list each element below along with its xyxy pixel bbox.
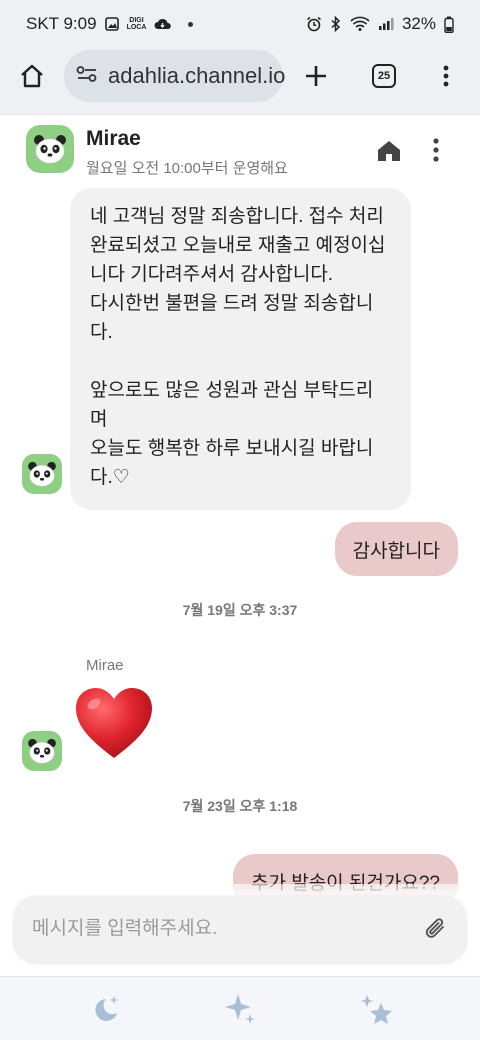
new-tab-button[interactable] bbox=[298, 60, 334, 92]
nav-moon-button[interactable] bbox=[88, 991, 124, 1027]
moon-sparkle-icon bbox=[95, 996, 118, 1021]
signal-icon bbox=[378, 17, 394, 31]
status-bar: SKT 9:09 DIGI LOCA 32% bbox=[0, 0, 480, 48]
sender-name: Mirae bbox=[86, 657, 124, 674]
bluetooth-icon bbox=[330, 16, 342, 32]
avatar bbox=[22, 454, 62, 494]
outgoing-message[interactable]: 감사합니다 bbox=[334, 522, 458, 576]
date-separator: 7월 19일 오후 3:37 bbox=[182, 602, 298, 618]
digi-loca-icon: DIGI LOCA bbox=[127, 17, 147, 31]
nav-stars-button[interactable] bbox=[358, 991, 394, 1027]
carrier-time: SKT 9:09 bbox=[26, 14, 97, 33]
battery-icon bbox=[444, 16, 454, 33]
operating-hours: 월요일 오전 10:00부터 운영해요 bbox=[86, 160, 288, 177]
more-vertical-icon bbox=[433, 138, 439, 162]
sparkles-icon bbox=[225, 994, 255, 1024]
panda-icon bbox=[28, 461, 56, 487]
house-icon bbox=[21, 64, 43, 88]
attach-button[interactable] bbox=[424, 916, 448, 947]
gallery-icon bbox=[104, 17, 119, 31]
browser-toolbar: adahlia.channel.io 25 bbox=[0, 48, 480, 114]
browser-menu-button[interactable] bbox=[428, 60, 464, 92]
chat-header: Mirae 월요일 오전 10:00부터 운영해요 bbox=[0, 114, 480, 184]
incoming-message[interactable]: 네 고객님 정말 죄송합니다. 접수 처리완료되셨고 오늘내로 재출고 예정이십… bbox=[70, 188, 411, 510]
heart-emoji-message[interactable] bbox=[74, 686, 154, 767]
digi-line1: DIGI bbox=[129, 17, 144, 24]
url-text[interactable]: adahlia.channel.io bbox=[108, 63, 285, 89]
cloud-icon bbox=[154, 17, 172, 31]
message-input[interactable] bbox=[32, 918, 412, 940]
channel-home-button[interactable] bbox=[376, 139, 402, 168]
message-line bbox=[90, 347, 391, 376]
message-line: 앞으로도 많은 성원과 관심 부탁드리 bbox=[90, 380, 374, 401]
digi-line2: LOCA bbox=[126, 24, 147, 31]
stars-icon bbox=[360, 995, 392, 1024]
status-left: SKT 9:09 DIGI LOCA bbox=[26, 14, 194, 34]
paperclip-icon bbox=[425, 918, 444, 938]
message-line: 완료되셨고 오늘내로 재출고 예정이십 bbox=[90, 235, 386, 256]
date-separator: 7월 23일 오후 1:18 bbox=[182, 798, 298, 814]
bottom-nav bbox=[0, 976, 480, 1040]
site-settings-icon[interactable] bbox=[76, 63, 98, 89]
chat-menu-button[interactable] bbox=[432, 137, 440, 168]
heart-icon bbox=[76, 688, 152, 758]
message-line: 오늘도 행복한 하루 보내시길 바랍니 bbox=[90, 438, 374, 459]
panda-icon bbox=[34, 135, 66, 164]
message-line: 니다 기다려주셔서 감사합니다. bbox=[90, 264, 334, 285]
message-composer[interactable] bbox=[14, 896, 466, 962]
composer-area bbox=[0, 884, 480, 976]
plus-icon bbox=[306, 66, 326, 86]
notification-dot bbox=[188, 21, 194, 27]
more-vertical-icon bbox=[443, 65, 449, 87]
message-line: 네 고객님 정말 죄송합니다. 접수 처리 bbox=[90, 206, 384, 227]
avatar bbox=[22, 731, 62, 771]
home-icon bbox=[378, 141, 400, 161]
message-line: 다.♡ bbox=[90, 467, 130, 488]
status-right: 32% bbox=[306, 14, 454, 34]
panda-icon bbox=[28, 738, 56, 764]
wifi-icon bbox=[350, 16, 370, 32]
tab-count: 25 bbox=[372, 64, 396, 88]
message-line: 며 bbox=[90, 409, 108, 430]
nav-sparkle-button[interactable] bbox=[222, 991, 258, 1027]
browser-home-button[interactable] bbox=[14, 60, 50, 92]
address-bar[interactable]: adahlia.channel.io bbox=[64, 50, 285, 102]
avatar bbox=[26, 125, 74, 173]
message-line: 다시한번 불편을 드려 정말 죄송합니 bbox=[90, 293, 374, 314]
chat-title: Mirae bbox=[86, 127, 141, 150]
battery-percent: 32% bbox=[401, 14, 436, 33]
tab-switcher-button[interactable]: 25 bbox=[366, 60, 402, 92]
alarm-icon bbox=[306, 16, 322, 32]
message-line: 다. bbox=[90, 322, 113, 343]
message-text: 감사합니다 bbox=[352, 540, 440, 562]
